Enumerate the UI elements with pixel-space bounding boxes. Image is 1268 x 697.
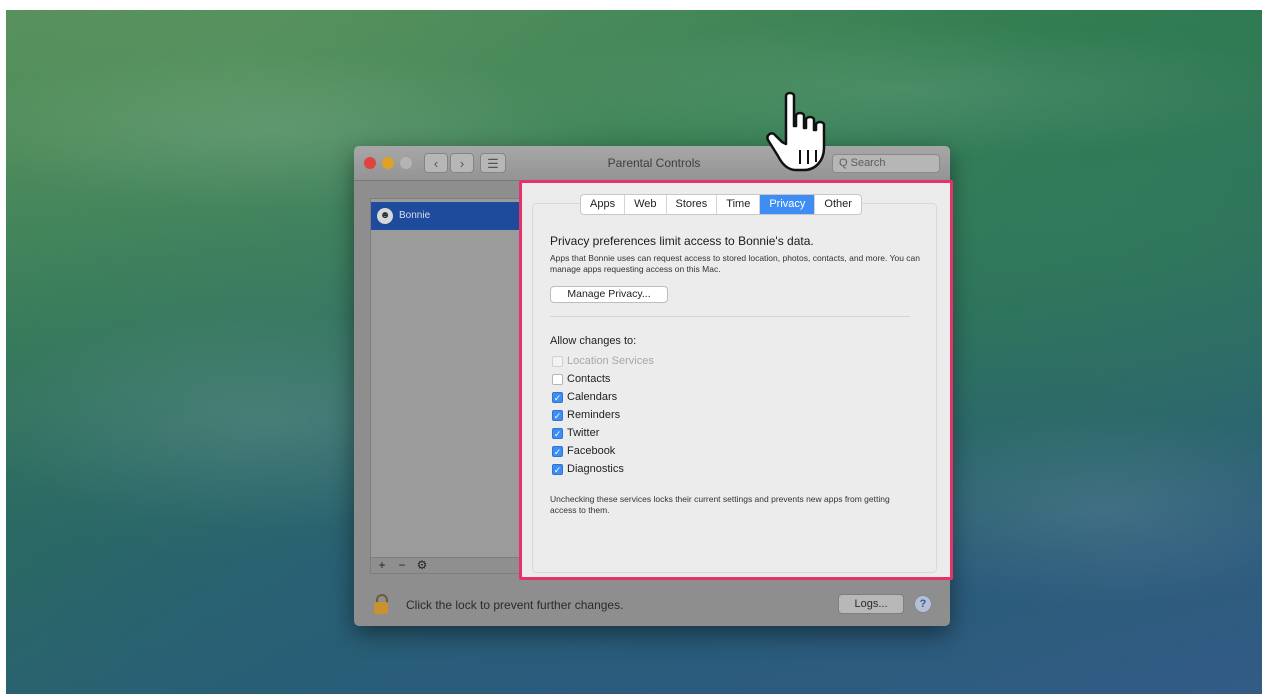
lock-body [374,602,388,614]
tab-stores[interactable]: Stores [667,195,718,214]
close-window-button[interactable] [364,157,376,169]
user-list-item[interactable]: ☻ Bonnie [371,202,521,230]
help-icon[interactable]: ? [914,595,932,613]
add-user-button[interactable]: + [373,558,391,573]
tab-privacy[interactable]: Privacy [760,195,816,214]
location-services-checkbox [552,355,563,367]
zoom-window-button[interactable] [400,157,412,169]
user-list: ☻ Bonnie [370,198,522,574]
privacy-options-list: Location Services Contacts ✓ Calendars ✓… [552,352,654,478]
window-title: Parental Controls [607,156,701,170]
show-all-button[interactable]: ☰ [480,153,506,173]
lock-status-text: Click the lock to prevent further change… [406,598,624,612]
option-twitter[interactable]: ✓ Twitter [552,424,654,442]
option-label: Reminders [567,409,621,421]
reminders-checkbox[interactable]: ✓ [552,409,563,421]
option-label: Contacts [567,373,611,385]
option-label: Diagnostics [567,463,624,475]
gear-icon[interactable]: ⚙ [413,558,431,573]
user-avatar-icon: ☻ [377,208,393,224]
option-label: Facebook [567,445,616,457]
grid-icon: ☰ [487,156,499,171]
logs-button[interactable]: Logs... [838,594,904,614]
minimize-window-button[interactable] [382,157,394,169]
search-field[interactable]: Q Search [832,154,940,173]
option-reminders[interactable]: ✓ Reminders [552,406,654,424]
remove-user-button[interactable]: − [393,558,411,573]
manage-privacy-button[interactable]: Manage Privacy... [550,286,668,303]
option-location-services: Location Services [552,352,654,370]
wallpaper-wave [506,20,1262,160]
back-button[interactable]: ‹ [424,153,448,173]
user-name: Bonnie [399,210,431,221]
option-label: Location Services [567,355,654,367]
tab-web[interactable]: Web [625,195,667,214]
calendars-checkbox[interactable]: ✓ [552,391,563,403]
tab-other[interactable]: Other [815,195,861,214]
privacy-footnote: Unchecking these services locks their cu… [550,494,890,515]
twitter-checkbox[interactable]: ✓ [552,427,563,439]
chevron-left-icon: ‹ [433,156,439,171]
title-bar: ‹ › ☰ Parental Controls Q Search [354,146,950,181]
chevron-right-icon: › [459,156,465,171]
tab-bar: Apps Web Stores Time Privacy Other [580,194,862,215]
user-list-toolbar: + − ⚙ [370,557,522,574]
privacy-description: Apps that Bonnie uses can request access… [550,253,920,274]
facebook-checkbox[interactable]: ✓ [552,445,563,457]
forward-button[interactable]: › [450,153,474,173]
pointing-hand-cursor-icon [766,91,826,172]
option-diagnostics[interactable]: ✓ Diagnostics [552,460,654,478]
option-calendars[interactable]: ✓ Calendars [552,388,654,406]
option-facebook[interactable]: ✓ Facebook [552,442,654,460]
privacy-headline: Privacy preferences limit access to Bonn… [550,234,814,248]
contacts-checkbox[interactable] [552,373,563,385]
tab-apps[interactable]: Apps [581,195,626,214]
allow-changes-label: Allow changes to: [550,335,637,347]
option-label: Twitter [567,427,600,439]
privacy-panel-highlight: Apps Web Stores Time Privacy Other Priva… [519,180,953,580]
option-label: Calendars [567,391,618,403]
tab-time[interactable]: Time [717,195,761,214]
lock-icon[interactable] [374,594,390,614]
diagnostics-checkbox[interactable]: ✓ [552,463,563,475]
option-contacts[interactable]: Contacts [552,370,654,388]
separator [550,316,910,317]
